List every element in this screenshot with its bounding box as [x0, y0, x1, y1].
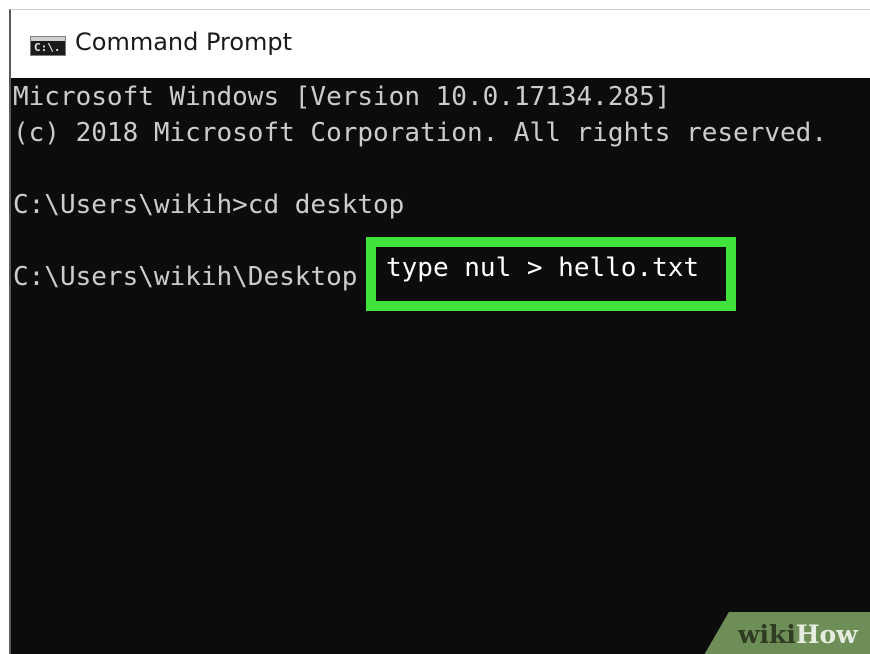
watermark-how: How [795, 620, 858, 649]
typed-command: type nul > hello.txt [386, 253, 700, 283]
cmd-icon-glyph: C:\. [34, 41, 61, 54]
console-line: (c) 2018 Microsoft Corporation. All righ… [13, 118, 827, 148]
window-title: Command Prompt [75, 28, 293, 56]
console-line: Microsoft Windows [Version 10.0.17134.28… [13, 82, 671, 112]
console-line: C:\Users\wikih>cd desktop [13, 190, 405, 220]
command-prompt-window: C:\. Command Prompt Microsoft Windows [V… [9, 9, 870, 654]
screenshot-stage: C:\. Command Prompt Microsoft Windows [V… [0, 0, 870, 654]
wikihow-watermark: wikiHow [738, 620, 858, 649]
console-area[interactable]: Microsoft Windows [Version 10.0.17134.28… [11, 78, 870, 654]
watermark-wiki: wiki [738, 620, 796, 649]
console-prompt: C:\Users\wikih\Desktop [13, 262, 358, 292]
cmd-console-icon: C:\. [30, 36, 66, 56]
title-bar[interactable]: C:\. Command Prompt [11, 10, 870, 78]
